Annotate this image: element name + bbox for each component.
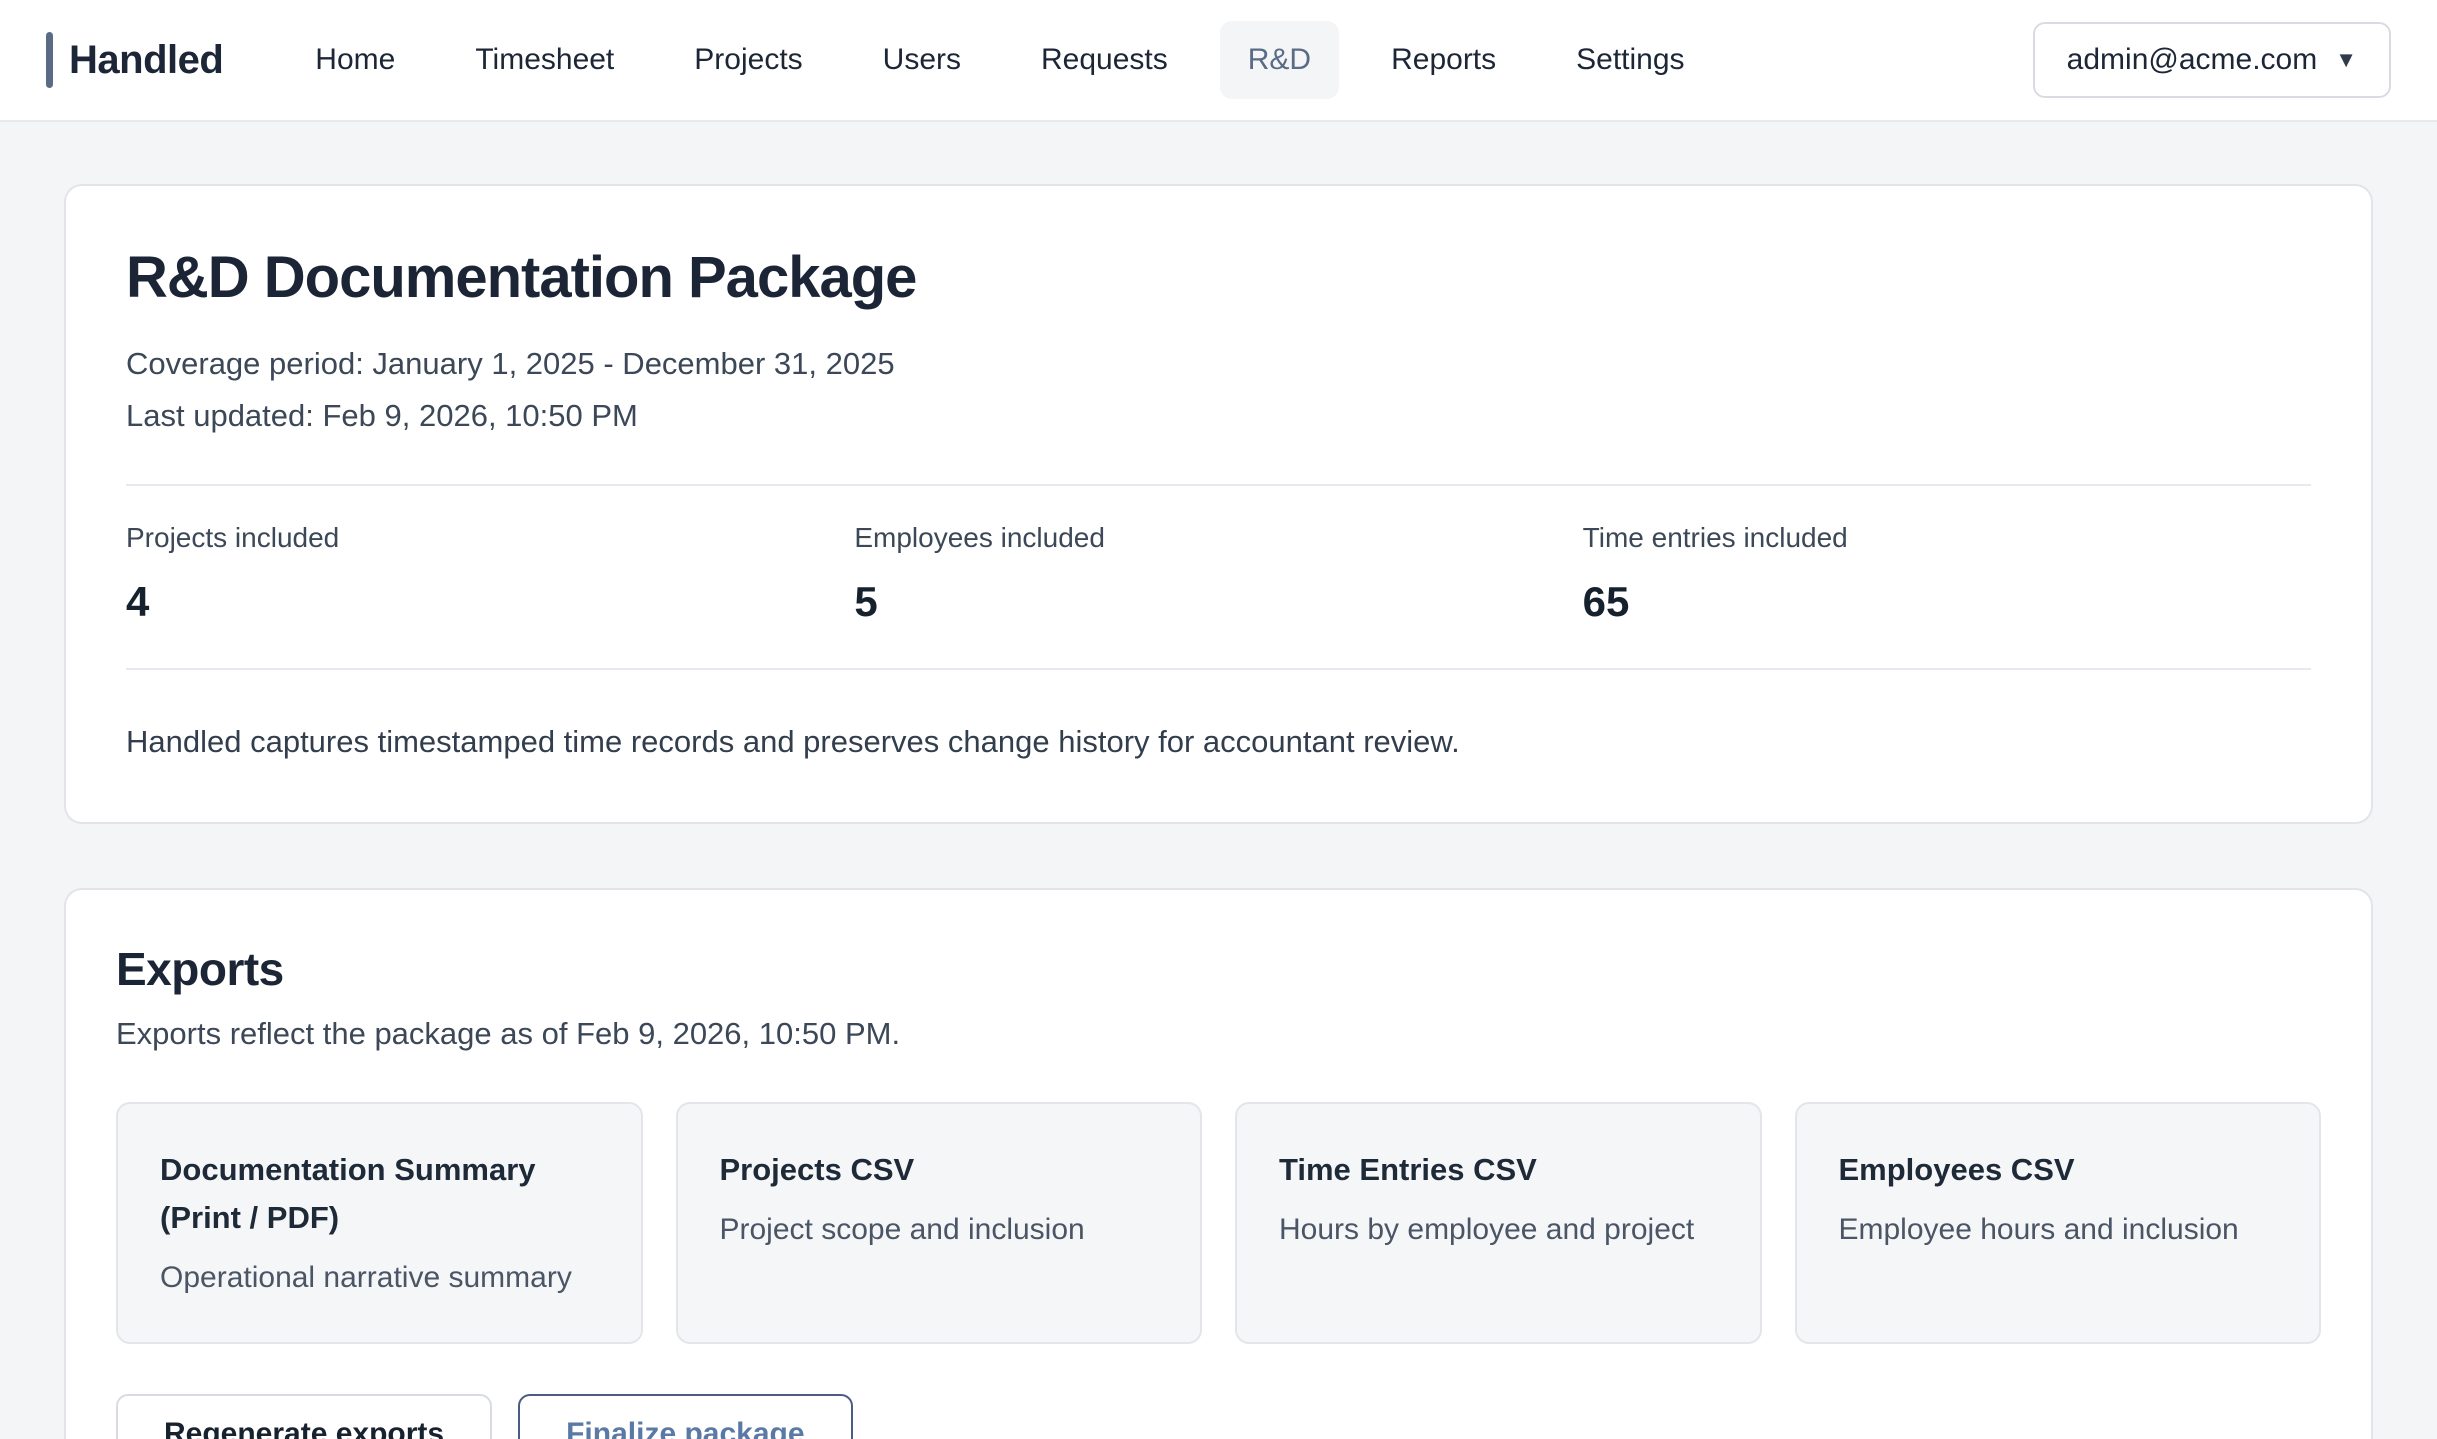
exports-subtitle: Exports reflect the package as of Feb 9,… [116,1016,2321,1052]
package-note: Handled captures timestamped time record… [126,724,2311,760]
divider [126,668,2311,670]
export-tile-documentation-summary[interactable]: Documentation Summary (Print / PDF) Oper… [116,1102,643,1344]
chevron-down-icon: ▼ [2335,49,2357,71]
stat-time-entries-included: Time entries included 65 [1583,522,2311,626]
nav-links: Home Timesheet Projects Users Requests R… [287,21,1712,99]
stat-label: Employees included [854,522,1582,554]
brand-name: Handled [69,38,223,83]
export-tile-description: Operational narrative summary [160,1256,599,1300]
export-tile-title: Projects CSV [720,1146,1159,1194]
nav-item-projects[interactable]: Projects [666,21,830,99]
exports-card: Exports Exports reflect the package as o… [64,888,2373,1439]
page-title: R&D Documentation Package [126,244,2311,311]
export-tile-description: Employee hours and inclusion [1839,1208,2278,1252]
nav-item-reports[interactable]: Reports [1363,21,1524,99]
export-actions: Regenerate exports Finalize package [116,1394,2321,1439]
brand-logo[interactable]: Handled [46,32,223,88]
export-tile-employees-csv[interactable]: Employees CSV Employee hours and inclusi… [1795,1102,2322,1344]
finalize-package-button[interactable]: Finalize package [518,1394,852,1439]
export-tile-title: Documentation Summary (Print / PDF) [160,1146,599,1242]
brand-bar-icon [46,32,53,88]
package-stats: Projects included 4 Employees included 5… [126,486,2311,668]
export-tile-description: Hours by employee and project [1279,1208,1718,1252]
export-tile-projects-csv[interactable]: Projects CSV Project scope and inclusion [676,1102,1203,1344]
stat-value: 5 [854,578,1582,626]
regenerate-exports-button[interactable]: Regenerate exports [116,1394,492,1439]
export-tile-time-entries-csv[interactable]: Time Entries CSV Hours by employee and p… [1235,1102,1762,1344]
nav-item-requests[interactable]: Requests [1013,21,1196,99]
coverage-period: Coverage period: January 1, 2025 - Decem… [126,339,2311,389]
account-menu-button[interactable]: admin@acme.com ▼ [2033,22,2391,98]
nav-item-rnd[interactable]: R&D [1220,21,1339,99]
export-tile-title: Time Entries CSV [1279,1146,1718,1194]
stat-employees-included: Employees included 5 [854,522,1582,626]
nav-item-users[interactable]: Users [855,21,989,99]
nav-item-home[interactable]: Home [287,21,423,99]
stat-value: 65 [1583,578,2311,626]
export-tile-description: Project scope and inclusion [720,1208,1159,1252]
nav-item-timesheet[interactable]: Timesheet [447,21,642,99]
main-content: R&D Documentation Package Coverage perio… [0,122,2437,1439]
stat-label: Time entries included [1583,522,2311,554]
stat-projects-included: Projects included 4 [126,522,854,626]
stat-label: Projects included [126,522,854,554]
nav-item-settings[interactable]: Settings [1548,21,1712,99]
stat-value: 4 [126,578,854,626]
last-updated: Last updated: Feb 9, 2026, 10:50 PM [126,391,2311,441]
account-email: admin@acme.com [2067,43,2318,77]
export-tiles: Documentation Summary (Print / PDF) Oper… [116,1102,2321,1344]
package-summary-card: R&D Documentation Package Coverage perio… [64,184,2373,824]
exports-title: Exports [116,942,2321,996]
top-navigation: Handled Home Timesheet Projects Users Re… [0,0,2437,122]
export-tile-title: Employees CSV [1839,1146,2278,1194]
